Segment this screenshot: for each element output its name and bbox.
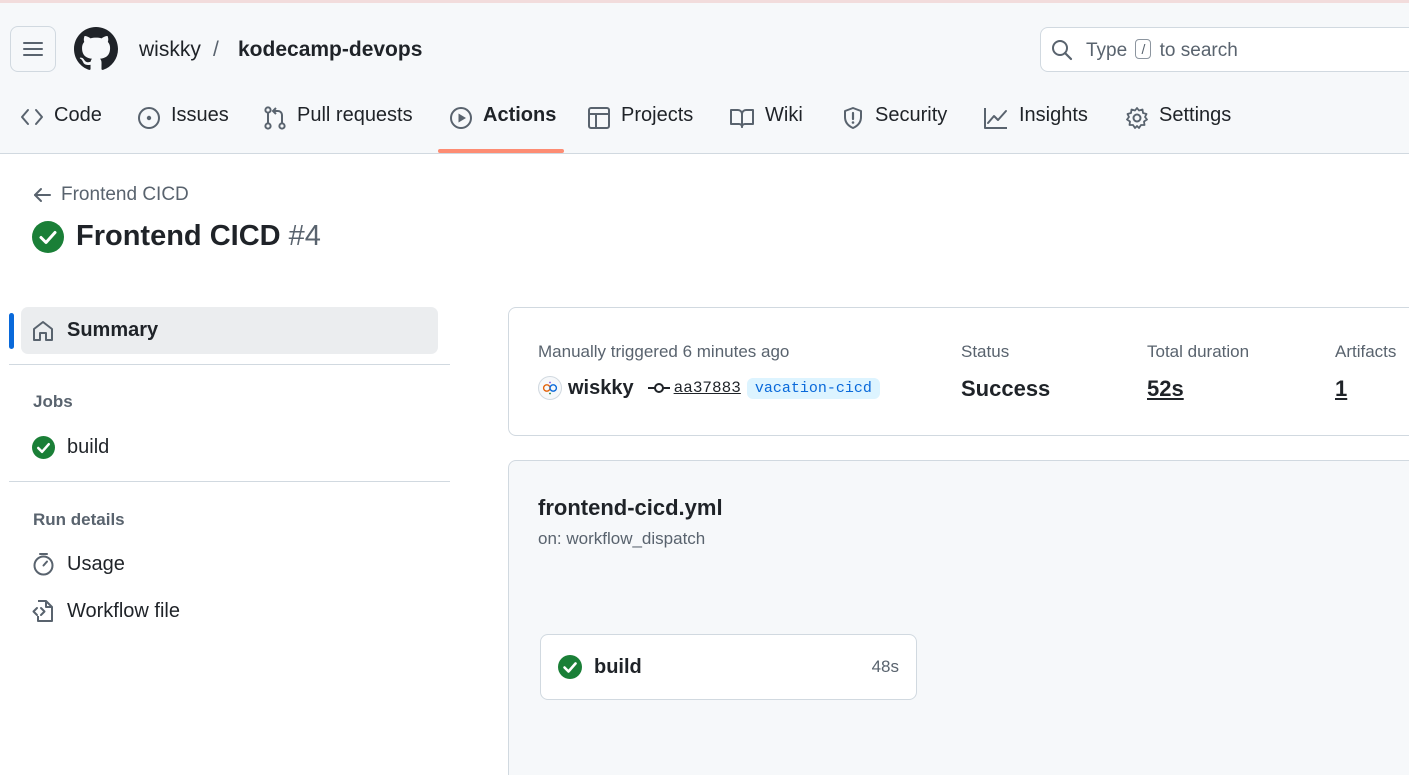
- git-commit-icon: [647, 383, 670, 393]
- graph-icon: [984, 108, 1007, 129]
- tab-label: Issues: [171, 104, 229, 126]
- sidebar-item-usage[interactable]: Usage: [32, 552, 125, 576]
- tab-label: Projects: [621, 104, 694, 126]
- job-duration: 48s: [871, 657, 899, 676]
- table-icon: [588, 107, 610, 129]
- file-code-icon: [32, 600, 53, 622]
- tab-label: Wiki: [765, 104, 803, 126]
- tab-insights[interactable]: Insights: [983, 98, 1088, 154]
- pull-request-icon: [264, 106, 286, 130]
- tab-issues[interactable]: Issues: [137, 98, 229, 154]
- tab-label: Pull requests: [297, 104, 413, 126]
- workflow-file-name: frontend-cicd.yml: [538, 495, 723, 520]
- hamburger-icon: [23, 42, 43, 56]
- tab-label: Insights: [1019, 104, 1088, 126]
- sidebar-item-label: Workflow file: [67, 599, 180, 622]
- search-placeholder: Type / to search: [1086, 39, 1238, 61]
- tab-code[interactable]: Code: [20, 98, 102, 154]
- run-number: #4: [288, 220, 321, 252]
- tab-security[interactable]: Security: [841, 98, 947, 154]
- check-circle-icon: [32, 436, 55, 459]
- header-top-border: [0, 0, 1409, 3]
- tab-label: Code: [54, 104, 102, 126]
- shield-icon: [844, 107, 862, 129]
- breadcrumb-separator: /: [213, 38, 219, 61]
- back-link-label: Frontend CICD: [61, 184, 189, 205]
- repo-tabs: Code Issues Pull requests Actions Projec…: [0, 98, 1409, 154]
- gear-icon: [1126, 107, 1148, 129]
- search-input[interactable]: Type / to search: [1040, 27, 1409, 72]
- run-summary-card: Manually triggered 6 minutes ago wiskky …: [508, 307, 1409, 436]
- active-tab-indicator: [438, 149, 564, 153]
- trigger-text: Manually triggered 6 minutes ago: [538, 342, 790, 361]
- total-duration-link[interactable]: 52s: [1147, 376, 1184, 402]
- book-icon: [730, 109, 754, 128]
- repo-name-link[interactable]: kodecamp-devops: [238, 38, 422, 62]
- open-global-navigation-button[interactable]: [10, 26, 56, 72]
- total-duration-label: Total duration: [1147, 342, 1250, 361]
- page-title: Frontend CICD #4: [32, 220, 321, 253]
- arrow-left-icon: [34, 188, 51, 202]
- search-shortcut-key: /: [1135, 39, 1152, 59]
- job-node-build[interactable]: build 48s: [540, 634, 917, 700]
- job-name: build: [594, 655, 642, 678]
- sidebar-divider: [9, 481, 450, 482]
- branch-label[interactable]: vacation-cicd: [746, 377, 880, 399]
- tab-label: Security: [875, 104, 948, 126]
- jobs-heading: Jobs: [33, 392, 73, 411]
- run-details-heading: Run details: [33, 510, 125, 529]
- tab-settings[interactable]: Settings: [1125, 98, 1231, 154]
- status-value: Success: [961, 376, 1051, 401]
- github-logo-icon[interactable]: [74, 27, 118, 71]
- check-circle-icon: [558, 655, 582, 679]
- play-icon: [450, 107, 472, 129]
- artifacts-label: Artifacts: [1335, 342, 1397, 361]
- workflow-trigger: on: workflow_dispatch: [538, 529, 706, 548]
- tab-actions[interactable]: Actions: [449, 98, 556, 154]
- workflow-graph-panel: frontend-cicd.yml on: workflow_dispatch …: [508, 460, 1409, 775]
- stopwatch-icon: [33, 553, 54, 576]
- sidebar-item-label: Usage: [67, 552, 125, 575]
- search-icon: [1052, 40, 1073, 61]
- tab-label: Actions: [483, 104, 557, 126]
- sidebar-divider: [9, 364, 450, 365]
- tab-projects[interactable]: Projects: [587, 98, 693, 154]
- repo-owner-link[interactable]: wiskky: [139, 38, 201, 62]
- sidebar-job-build[interactable]: build: [32, 436, 109, 459]
- issue-icon: [138, 107, 160, 129]
- artifacts-count-link[interactable]: 1: [1335, 376, 1347, 402]
- actor-link[interactable]: wiskky: [568, 377, 634, 400]
- sidebar-item-label: build: [67, 436, 110, 458]
- app-header: wiskky / kodecamp-devops Type / to searc…: [0, 0, 1409, 154]
- avatar[interactable]: [538, 376, 562, 400]
- tab-label: Settings: [1159, 104, 1232, 126]
- sidebar-item-summary[interactable]: Summary: [21, 307, 438, 354]
- code-icon: [21, 109, 43, 125]
- commit-sha-link[interactable]: aa37883: [674, 379, 741, 397]
- trigger-details: wiskky aa37883 vacation-cicd: [538, 376, 880, 400]
- run-title: Frontend CICD: [76, 220, 281, 252]
- sidebar-item-label: Summary: [67, 319, 159, 341]
- status-label: Status: [961, 342, 1010, 361]
- home-icon: [33, 320, 53, 341]
- sidebar-item-workflow-file[interactable]: Workflow file: [32, 599, 180, 623]
- back-to-workflow-link[interactable]: Frontend CICD: [33, 184, 189, 206]
- tab-pull-requests[interactable]: Pull requests: [263, 98, 413, 154]
- check-circle-icon: [32, 220, 64, 253]
- tab-wiki[interactable]: Wiki: [729, 98, 803, 154]
- sidebar-active-indicator: [9, 313, 14, 349]
